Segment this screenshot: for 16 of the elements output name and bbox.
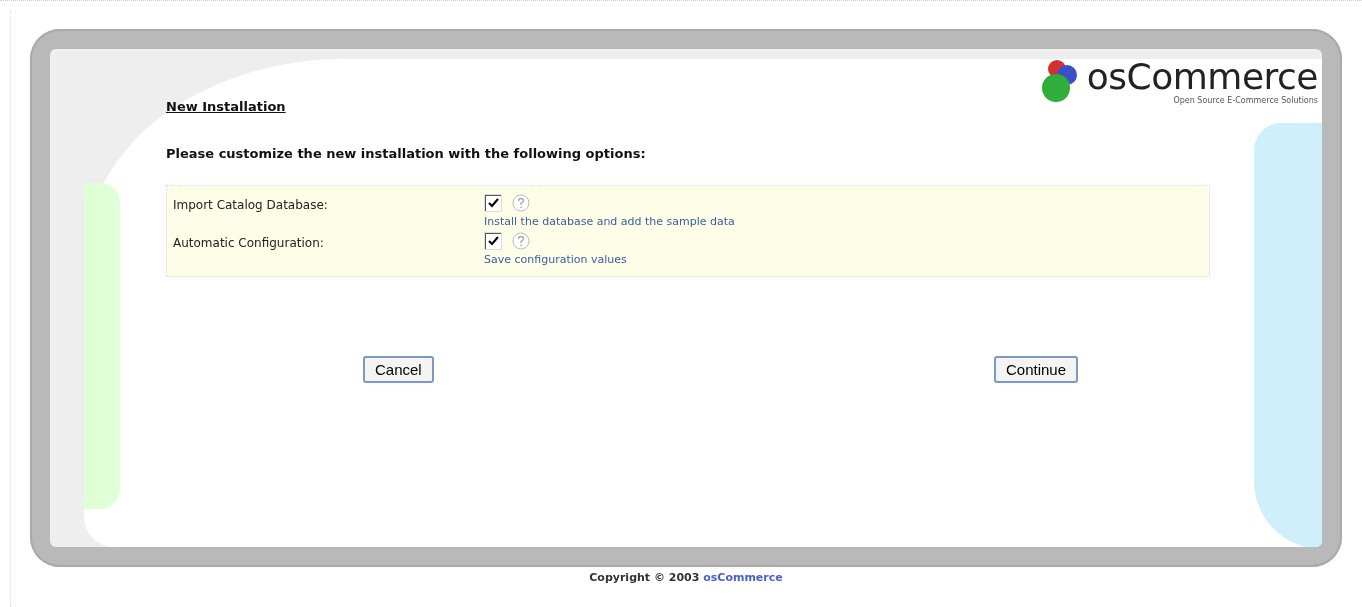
check-icon bbox=[487, 198, 499, 208]
option-label: Import Catalog Database: bbox=[173, 197, 329, 214]
action-button[interactable]: Continue bbox=[993, 356, 1078, 383]
checkbox[interactable] bbox=[484, 194, 502, 212]
action-button[interactable]: Cancel bbox=[363, 356, 434, 383]
option-description-link[interactable]: Install the database and add the sample data bbox=[484, 215, 735, 228]
option-description-link[interactable]: Save configuration values bbox=[484, 253, 627, 266]
section-heading: New Installation bbox=[166, 99, 286, 114]
check-icon bbox=[487, 236, 499, 246]
footer-link[interactable]: osCommerce bbox=[703, 571, 783, 584]
instruction-text: Please customize the new installation with the following options: bbox=[166, 146, 647, 161]
option-label: Automatic Configuration: bbox=[173, 235, 325, 252]
logo-tagline: Open Source E-Commerce Solutions bbox=[1173, 95, 1318, 105]
checkbox[interactable] bbox=[484, 232, 502, 250]
copyright-text: Copyright © 2003 osCommerce bbox=[588, 571, 784, 584]
logo-text: osCommerce bbox=[1086, 57, 1318, 96]
